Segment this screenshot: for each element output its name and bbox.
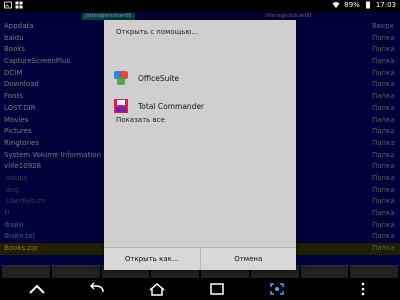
total-commander-icon xyxy=(114,99,128,113)
dialog-title: Открыть с помощью... xyxy=(116,28,198,36)
app-option-total-commander[interactable]: Total Commander xyxy=(112,96,290,116)
officesuite-icon xyxy=(114,71,128,85)
cancel-button[interactable]: Отмена xyxy=(199,248,296,270)
grid-notification-icon xyxy=(15,1,23,9)
wifi-icon xyxy=(332,2,340,8)
battery-icon xyxy=(365,1,370,9)
navigation-bar xyxy=(0,278,400,300)
app-name: OfficeSuite xyxy=(138,73,180,83)
home-icon[interactable] xyxy=(148,281,166,297)
chevron-up-icon[interactable] xyxy=(28,281,46,297)
battery-percent: 89% xyxy=(344,1,360,9)
clock: 17:03 xyxy=(375,1,396,9)
show-all-option[interactable]: Показать все xyxy=(116,116,165,124)
status-bar: 89% 17:03 xyxy=(0,0,400,12)
image-notification-icon xyxy=(4,1,12,9)
app-option-officesuite[interactable]: OfficeSuite xyxy=(112,68,290,88)
menu-dots-icon[interactable] xyxy=(354,281,372,297)
back-icon[interactable] xyxy=(88,281,106,297)
dialog-buttons: Открыть как... Отмена xyxy=(104,247,296,270)
open-as-button[interactable]: Открыть как... xyxy=(104,248,200,270)
open-with-dialog: Открыть с помощью... OfficeSuite Total C… xyxy=(104,20,296,270)
screenshot-icon[interactable] xyxy=(268,281,286,297)
recent-apps-icon[interactable] xyxy=(208,281,226,297)
app-name: Total Commander xyxy=(138,101,205,111)
